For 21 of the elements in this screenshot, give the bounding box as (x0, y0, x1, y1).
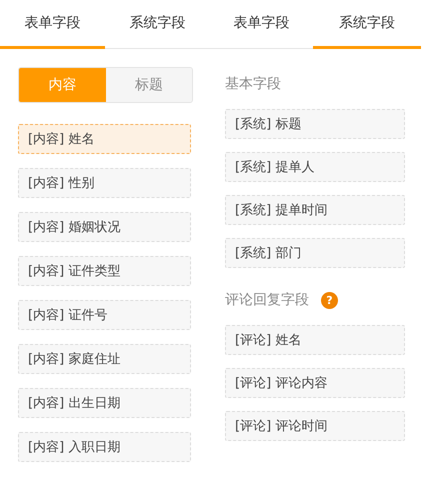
field-item[interactable]: [内容] 出生日期 (18, 388, 191, 418)
field-item[interactable]: [系统] 提单人 (225, 152, 405, 182)
field-tab[interactable]: 表单字段 (0, 0, 105, 49)
field-item[interactable]: [系统] 部门 (225, 238, 405, 268)
section-title: 评论回复字段 (225, 291, 309, 309)
field-item[interactable]: [系统] 提单时间 (225, 195, 405, 225)
field-tab[interactable]: 系统字段 (105, 0, 210, 49)
field-item[interactable]: [内容] 家庭住址 (18, 344, 191, 374)
field-item[interactable]: [评论] 评论时间 (225, 411, 405, 441)
field-item[interactable]: [内容] 证件号 (18, 300, 191, 330)
field-item[interactable]: [内容] 入职日期 (18, 432, 191, 462)
field-item[interactable]: [系统] 标题 (225, 109, 405, 139)
field-item[interactable]: [内容] 姓名 (18, 124, 191, 154)
field-item[interactable]: [评论] 评论内容 (225, 368, 405, 398)
field-item[interactable]: [内容] 性别 (18, 168, 191, 198)
field-tab[interactable]: 表单字段 (210, 0, 313, 49)
field-item[interactable]: [内容] 婚姻状况 (18, 212, 191, 242)
field-item[interactable]: [评论] 姓名 (225, 325, 405, 355)
section-title: 基本字段 (225, 75, 281, 93)
field-item[interactable]: [内容] 证件类型 (18, 256, 191, 286)
field-tab[interactable]: 系统字段 (313, 0, 421, 49)
